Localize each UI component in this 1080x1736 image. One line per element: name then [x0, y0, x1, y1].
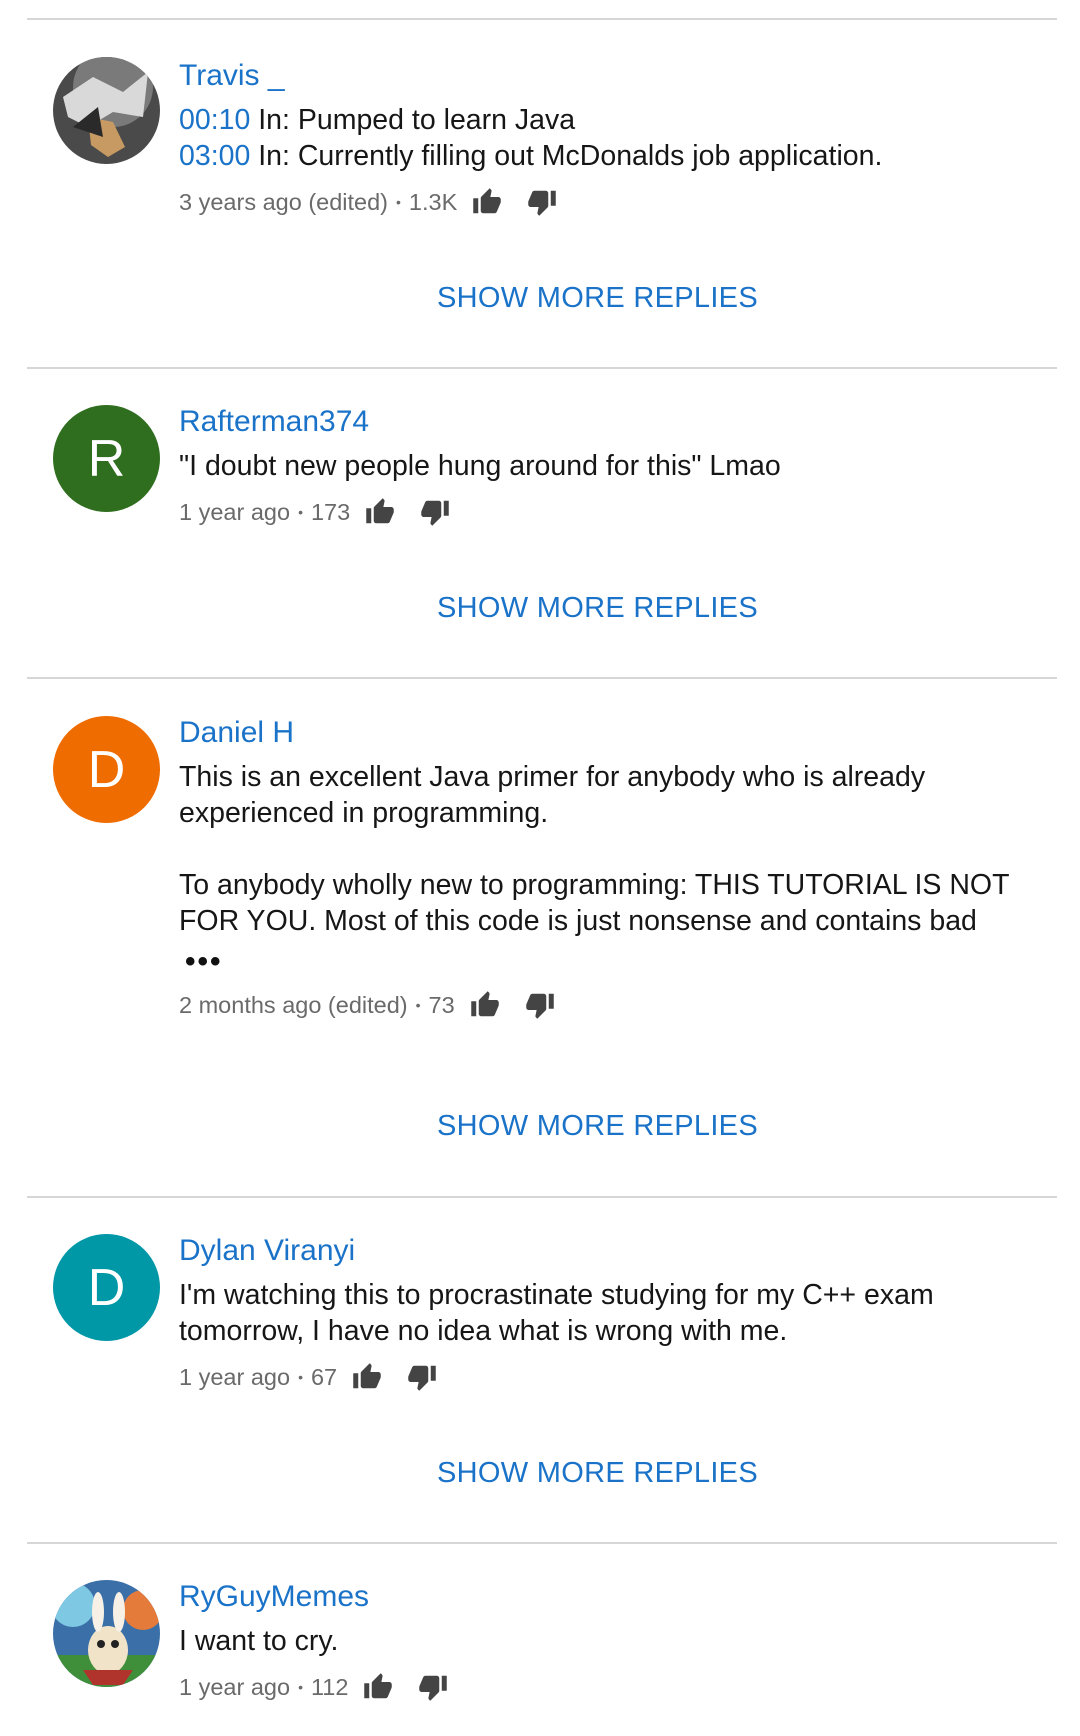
- thumb-down-icon[interactable]: [525, 990, 555, 1020]
- divider: [27, 367, 1057, 369]
- like-count: 173: [310, 498, 351, 525]
- comment-author[interactable]: Rafterman374: [179, 404, 1040, 440]
- thumb-down-icon[interactable]: [420, 497, 450, 527]
- like-count: 112: [310, 1673, 349, 1700]
- avatar-letter: D: [87, 1258, 126, 1317]
- meta-separator: •: [298, 504, 303, 520]
- avatar[interactable]: [53, 1580, 160, 1687]
- avatar-image: [53, 1580, 160, 1687]
- timestamp-link[interactable]: 00:10: [179, 104, 250, 136]
- comment-author[interactable]: Dylan Viranyi: [179, 1233, 1040, 1269]
- comment-meta: 2 months ago (edited) • 73: [179, 987, 1040, 1023]
- show-more-replies-button[interactable]: SHOW MORE REPLIES: [0, 1455, 1080, 1491]
- comment-meta: 3 years ago (edited) • 1.3K: [179, 184, 1040, 220]
- thumb-up-icon[interactable]: [472, 187, 502, 217]
- comment-time: 1 year ago: [179, 498, 291, 525]
- avatar-letter: D: [87, 740, 126, 799]
- comment-meta: 1 year ago • 173: [179, 494, 1040, 530]
- avatar-letter: R: [87, 429, 126, 488]
- meta-separator: •: [415, 997, 421, 1013]
- comment-text: I want to cry.: [179, 1625, 339, 1657]
- thumb-down-icon[interactable]: [418, 1672, 448, 1702]
- comment-text: This is an excellent Java primer for any…: [179, 761, 1009, 937]
- show-more-replies-button[interactable]: SHOW MORE REPLIES: [0, 280, 1080, 316]
- thumb-up-icon[interactable]: [470, 990, 500, 1020]
- avatar[interactable]: D: [53, 1234, 160, 1341]
- comment-author[interactable]: Daniel H: [179, 715, 1040, 751]
- show-more-replies-button[interactable]: SHOW MORE REPLIES: [0, 590, 1080, 626]
- comment-time: 1 year ago: [179, 1363, 291, 1390]
- comment-time: 3 years ago (edited): [179, 188, 389, 215]
- thumb-down-icon[interactable]: [407, 1362, 437, 1392]
- thumb-up-icon[interactable]: [363, 1672, 393, 1702]
- expand-comment-button[interactable]: •••: [185, 947, 1040, 977]
- comment-author[interactable]: RyGuyMemes: [179, 1579, 1040, 1615]
- meta-separator: •: [298, 1679, 303, 1695]
- avatar[interactable]: R: [53, 405, 160, 512]
- divider: [27, 18, 1057, 20]
- like-count: 73: [428, 991, 455, 1018]
- comment-meta: 1 year ago • 112: [179, 1669, 1040, 1705]
- thumb-down-icon[interactable]: [527, 187, 557, 217]
- thumb-up-icon[interactable]: [365, 497, 395, 527]
- like-count: 67: [310, 1363, 338, 1390]
- avatar-image: [53, 57, 160, 164]
- comment-text: 00:10 In: Pumped to learn Java 03:00 In:…: [179, 102, 1040, 174]
- divider: [27, 1196, 1057, 1198]
- comment-text-line: In: Pumped to learn Java: [250, 104, 576, 136]
- comment-time: 2 months ago (edited): [179, 991, 408, 1018]
- avatar[interactable]: D: [53, 716, 160, 823]
- timestamp-link[interactable]: 03:00: [179, 140, 250, 172]
- like-count: 1.3K: [408, 188, 458, 215]
- comment-text: "I doubt new people hung around for this…: [179, 450, 781, 482]
- divider: [27, 677, 1057, 679]
- comment-time: 1 year ago: [179, 1673, 291, 1700]
- comment-text-line: In: Currently filling out McDonalds job …: [250, 140, 883, 172]
- divider: [27, 1542, 1057, 1544]
- thumb-up-icon[interactable]: [352, 1362, 382, 1392]
- comment-meta: 1 year ago • 67: [179, 1359, 1040, 1395]
- comment-author[interactable]: Travis _: [179, 58, 1040, 94]
- comment-text: I'm watching this to procrastinate study…: [179, 1279, 942, 1347]
- meta-separator: •: [396, 194, 401, 210]
- meta-separator: •: [298, 1369, 303, 1385]
- avatar[interactable]: [53, 57, 160, 164]
- show-more-replies-button[interactable]: SHOW MORE REPLIES: [0, 1108, 1080, 1144]
